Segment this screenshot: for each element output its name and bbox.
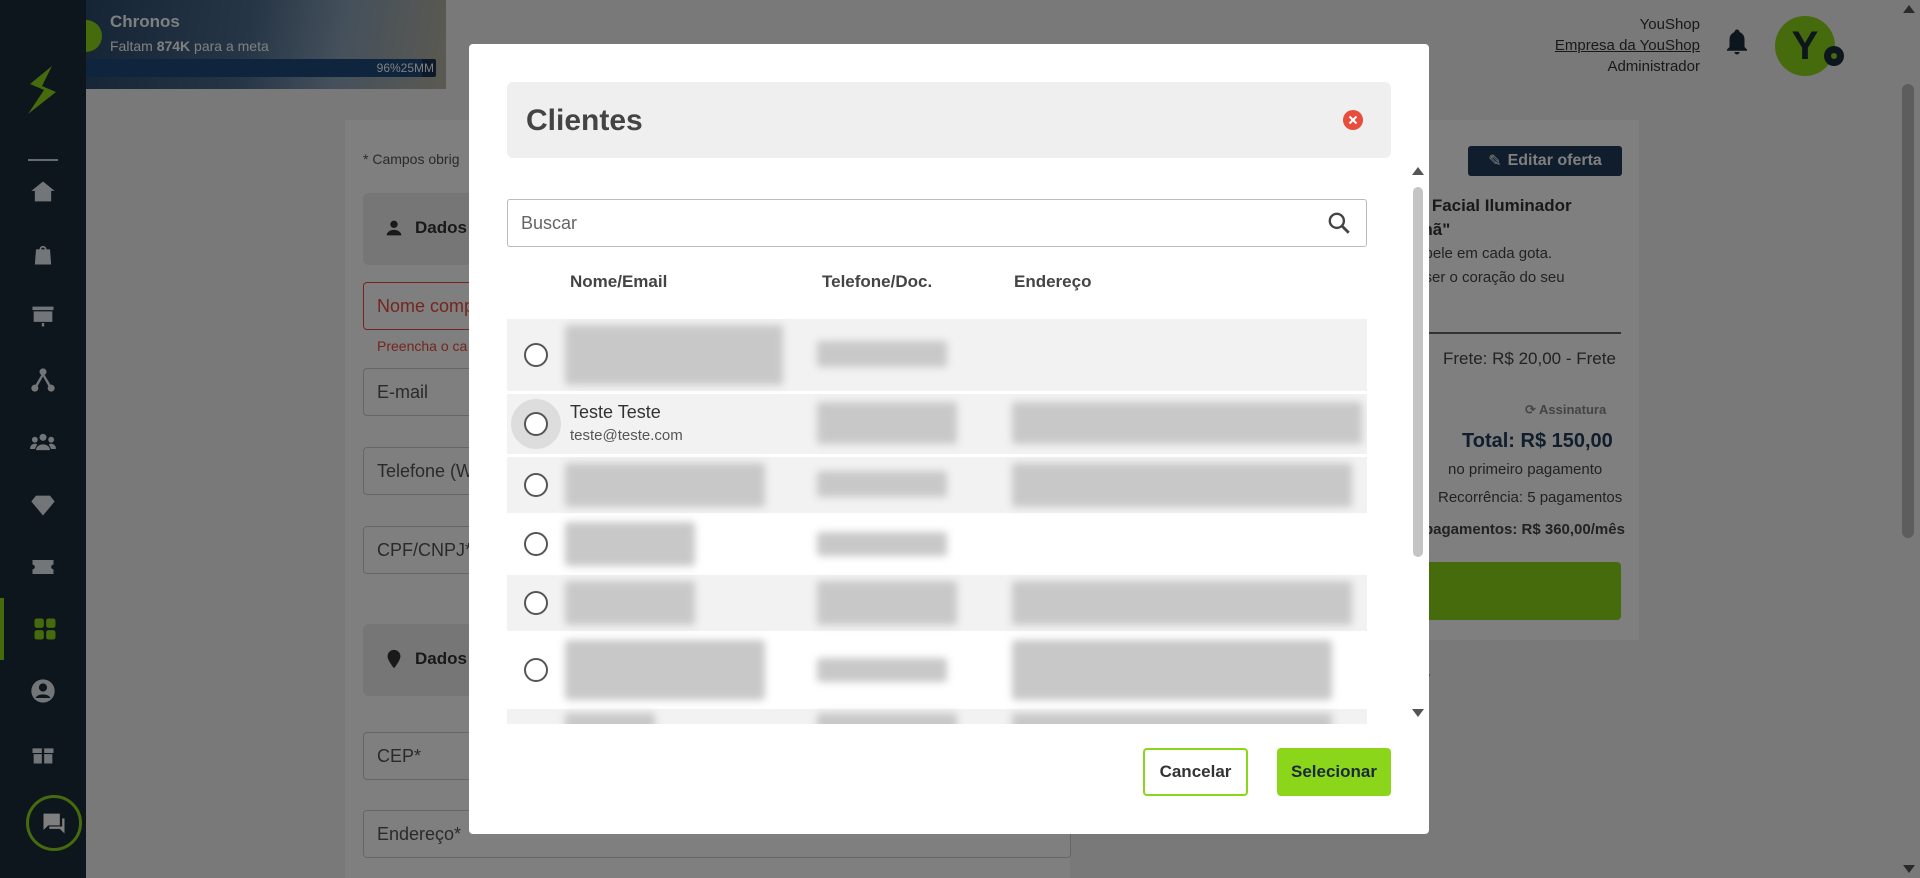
list-item[interactable] [507, 575, 1367, 631]
clients-list[interactable]: Teste Teste teste@teste.com [507, 319, 1367, 724]
column-header-phone: Telefone/Doc. [822, 272, 933, 291]
redacted-content [817, 581, 957, 625]
clients-modal: Clientes Nome/Email Telefone/Doc. Endere… [469, 44, 1429, 834]
search-icon[interactable] [1326, 210, 1352, 236]
search-input[interactable] [508, 200, 1308, 246]
redacted-content [1012, 581, 1352, 625]
redacted-content [817, 658, 947, 682]
redacted-content [565, 581, 695, 625]
redacted-content [565, 713, 655, 724]
close-icon [1348, 115, 1358, 125]
list-item[interactable] [507, 319, 1367, 391]
redacted-content [1012, 713, 1332, 724]
radio-button[interactable] [524, 658, 548, 682]
redacted-content [1012, 640, 1332, 700]
client-name: Teste Teste [570, 402, 661, 422]
list-item[interactable] [507, 709, 1367, 724]
search-box [507, 199, 1367, 247]
redacted-content [817, 532, 947, 556]
list-item[interactable]: Teste Teste teste@teste.com [507, 394, 1367, 454]
radio-button[interactable] [524, 473, 548, 497]
select-button[interactable]: Selecionar [1277, 748, 1391, 796]
list-scrollbar[interactable] [1413, 187, 1423, 557]
list-item[interactable] [507, 457, 1367, 513]
redacted-content [817, 341, 947, 367]
redacted-content [817, 402, 957, 444]
radio-button[interactable] [524, 412, 548, 436]
list-item[interactable] [507, 516, 1367, 572]
redacted-content [1012, 463, 1352, 507]
radio-button[interactable] [524, 343, 548, 367]
redacted-content [565, 522, 695, 566]
redacted-content [1012, 402, 1362, 444]
column-header-address: Endereço [1014, 272, 1092, 291]
redacted-content [565, 463, 765, 507]
list-scroll-down-icon[interactable] [1411, 708, 1425, 718]
radio-button[interactable] [524, 532, 548, 556]
redacted-content [565, 640, 765, 700]
modal-header: Clientes [507, 82, 1391, 158]
redacted-content [817, 471, 947, 497]
close-button[interactable] [1343, 110, 1363, 130]
radio-button[interactable] [524, 591, 548, 615]
client-email: teste@teste.com [570, 427, 683, 444]
modal-title: Clientes [526, 104, 643, 137]
list-scroll-up-icon[interactable] [1411, 166, 1425, 176]
cancel-button[interactable]: Cancelar [1143, 748, 1248, 796]
list-item[interactable] [507, 634, 1367, 706]
redacted-content [565, 325, 783, 385]
redacted-content [817, 713, 957, 724]
column-header-name: Nome/Email [570, 272, 668, 291]
